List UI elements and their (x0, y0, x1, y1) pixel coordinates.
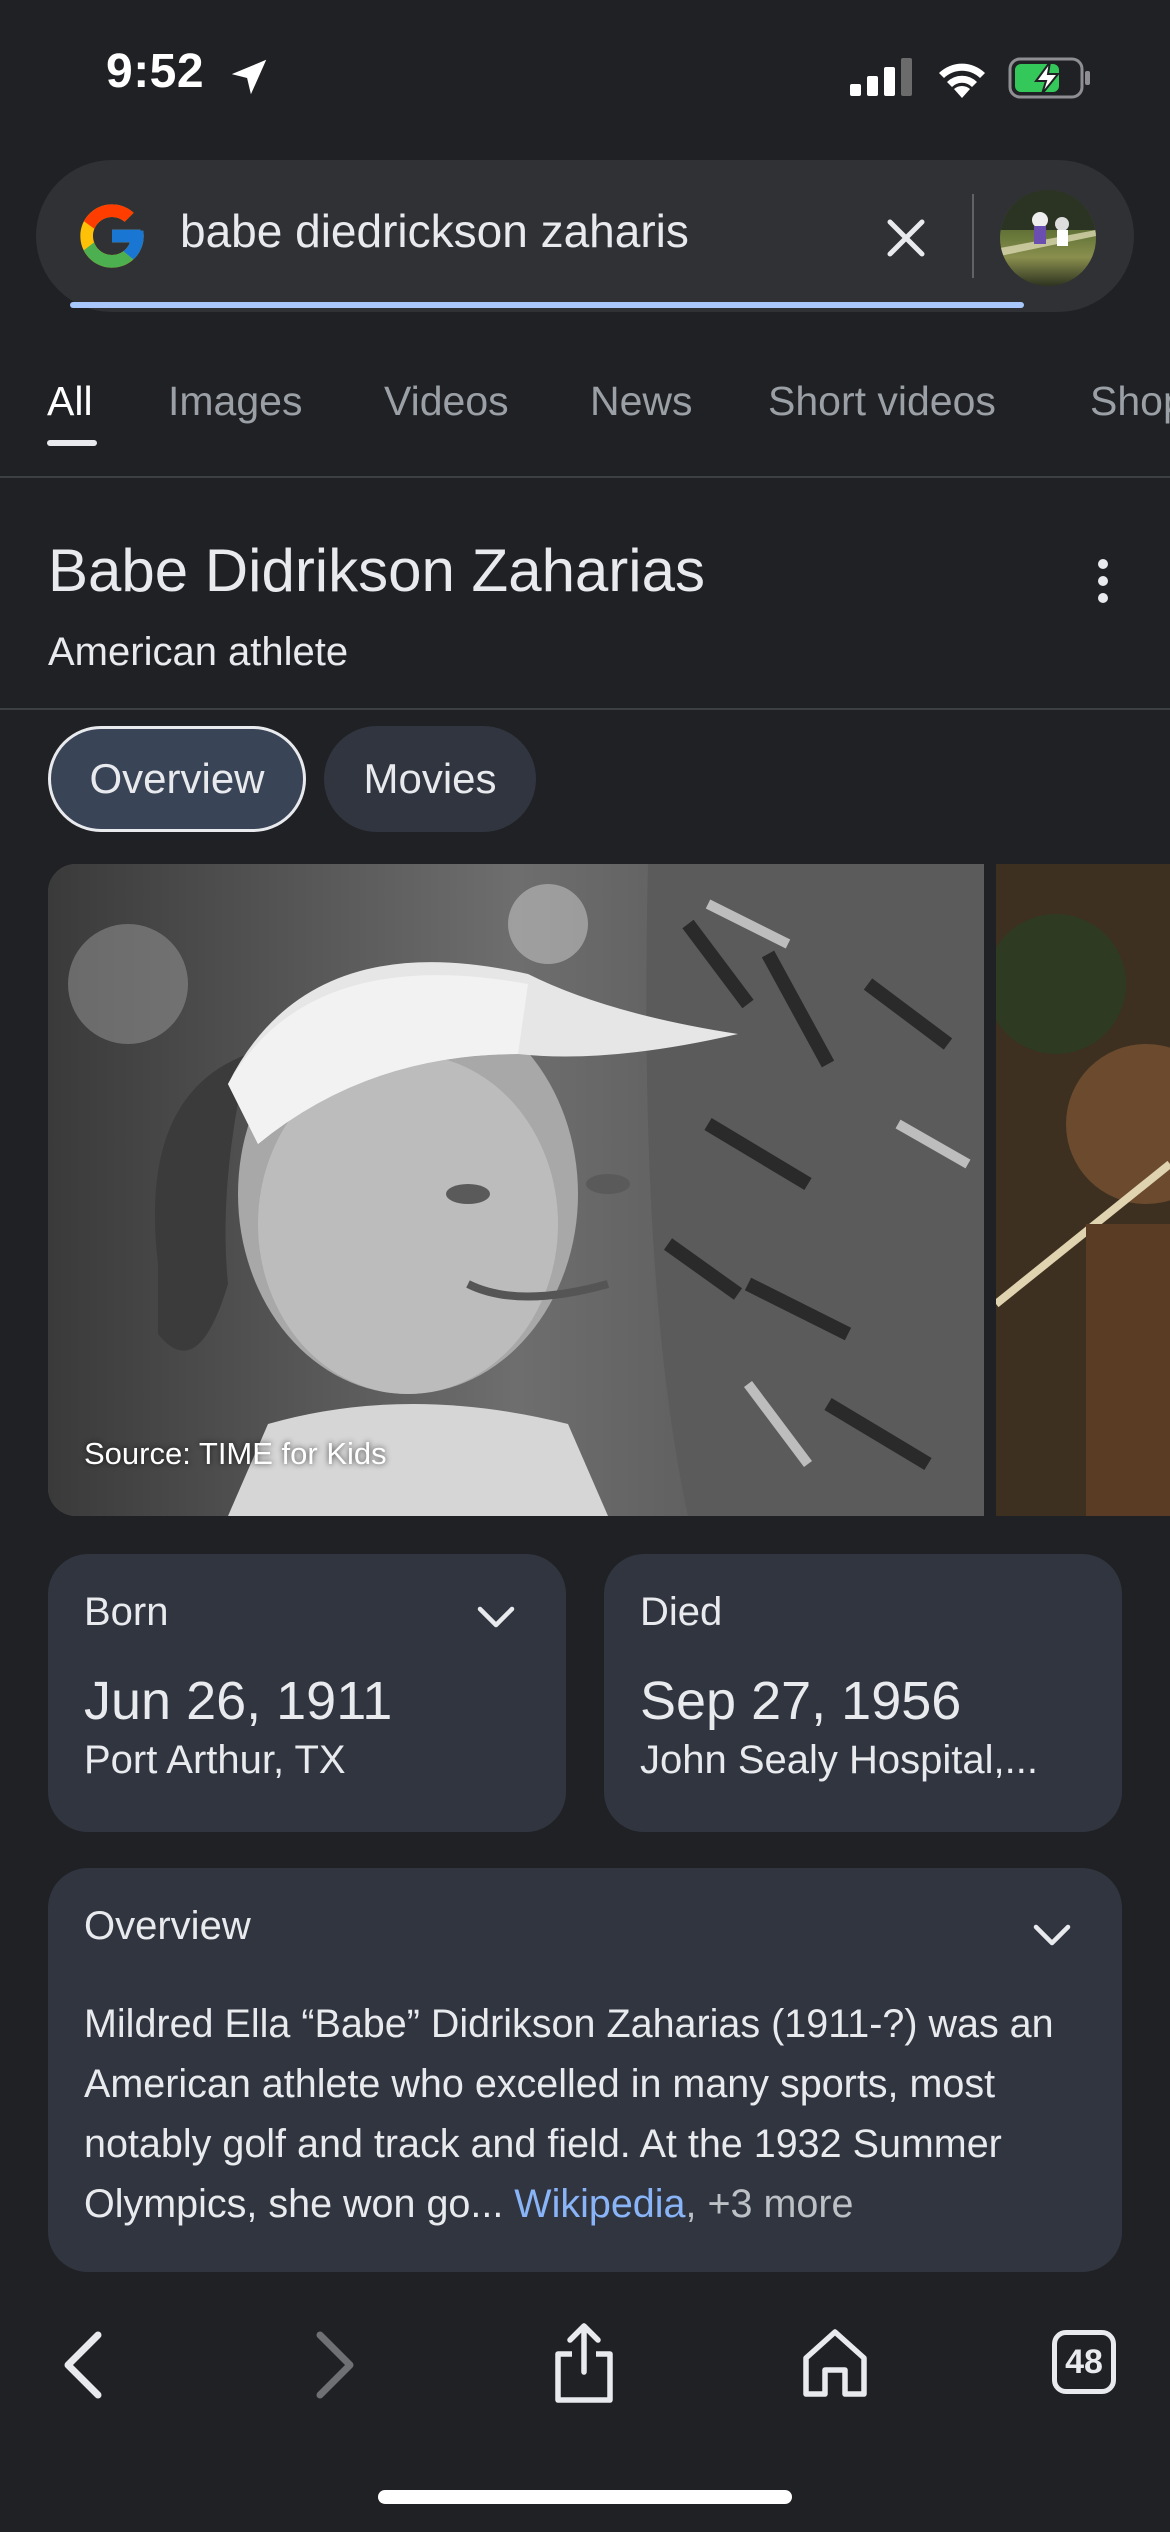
overview-label: Overview (84, 1904, 251, 1948)
died-label: Died (640, 1590, 723, 1634)
google-logo-icon (80, 204, 144, 268)
overview-description: Mildred Ella “Babe” Didrikson Zaharias (… (84, 1994, 1094, 2234)
chip-movies[interactable]: Movies (324, 726, 536, 832)
home-indicator[interactable] (378, 2490, 792, 2504)
born-place: Port Arthur, TX (84, 1738, 346, 1782)
died-place: John Sealy Hospital,... (640, 1738, 1038, 1782)
search-divider (972, 194, 974, 278)
tab-all[interactable]: All (47, 378, 93, 425)
panel-divider (0, 708, 1170, 710)
google-lens-avatar[interactable] (1000, 190, 1096, 286)
tabs-divider (0, 476, 1170, 478)
tab-images[interactable]: Images (168, 378, 302, 425)
clear-icon[interactable] (880, 212, 932, 264)
wifi-icon (939, 63, 985, 98)
search-progress-bar (70, 302, 1024, 308)
overview-card[interactable]: Overview Mildred Ella “Babe” Didrikson Z… (48, 1868, 1122, 2272)
died-card[interactable]: Died Sep 27, 1956 John Sealy Hospital,..… (604, 1554, 1122, 1832)
born-card[interactable]: Born Jun 26, 1911 Port Arthur, TX (48, 1554, 566, 1832)
more-options-icon[interactable] (1090, 556, 1116, 606)
tab-shop[interactable]: Shop (1090, 378, 1170, 425)
died-date: Sep 27, 1956 (640, 1671, 962, 1731)
born-label: Born (84, 1590, 169, 1634)
tabs-icon[interactable]: 48 (1052, 2330, 1116, 2394)
image-source-caption: Source: TIME for Kids (84, 1436, 387, 1471)
active-tab-indicator (47, 440, 97, 446)
forward-icon[interactable] (306, 2330, 360, 2400)
tab-short-videos[interactable]: Short videos (768, 378, 996, 425)
wikipedia-link[interactable]: Wikipedia (514, 2182, 685, 2226)
back-icon[interactable] (58, 2330, 112, 2400)
entity-title: Babe Didrikson Zaharias (48, 537, 705, 604)
entity-photo-secondary[interactable] (996, 864, 1170, 1516)
tab-news[interactable]: News (590, 378, 693, 425)
tab-count: 48 (1065, 2342, 1103, 2381)
cellular-signal-icon (850, 58, 912, 96)
chevron-down-icon[interactable] (476, 1604, 516, 1630)
more-sources-link[interactable]: , +3 more (686, 2182, 854, 2226)
entity-photo[interactable] (48, 864, 984, 1516)
home-icon[interactable] (800, 2326, 870, 2398)
location-arrow-icon (231, 59, 267, 95)
search-input[interactable]: babe diedrickson zaharis (180, 204, 689, 258)
born-date: Jun 26, 1911 (84, 1671, 393, 1731)
chip-overview[interactable]: Overview (48, 726, 306, 832)
chevron-down-icon[interactable] (1032, 1922, 1072, 1948)
status-time: 9:52 (106, 45, 205, 98)
battery-charging-icon (1008, 57, 1090, 99)
share-icon[interactable] (552, 2320, 616, 2404)
tab-videos[interactable]: Videos (384, 378, 509, 425)
entity-subtitle: American athlete (48, 630, 349, 674)
